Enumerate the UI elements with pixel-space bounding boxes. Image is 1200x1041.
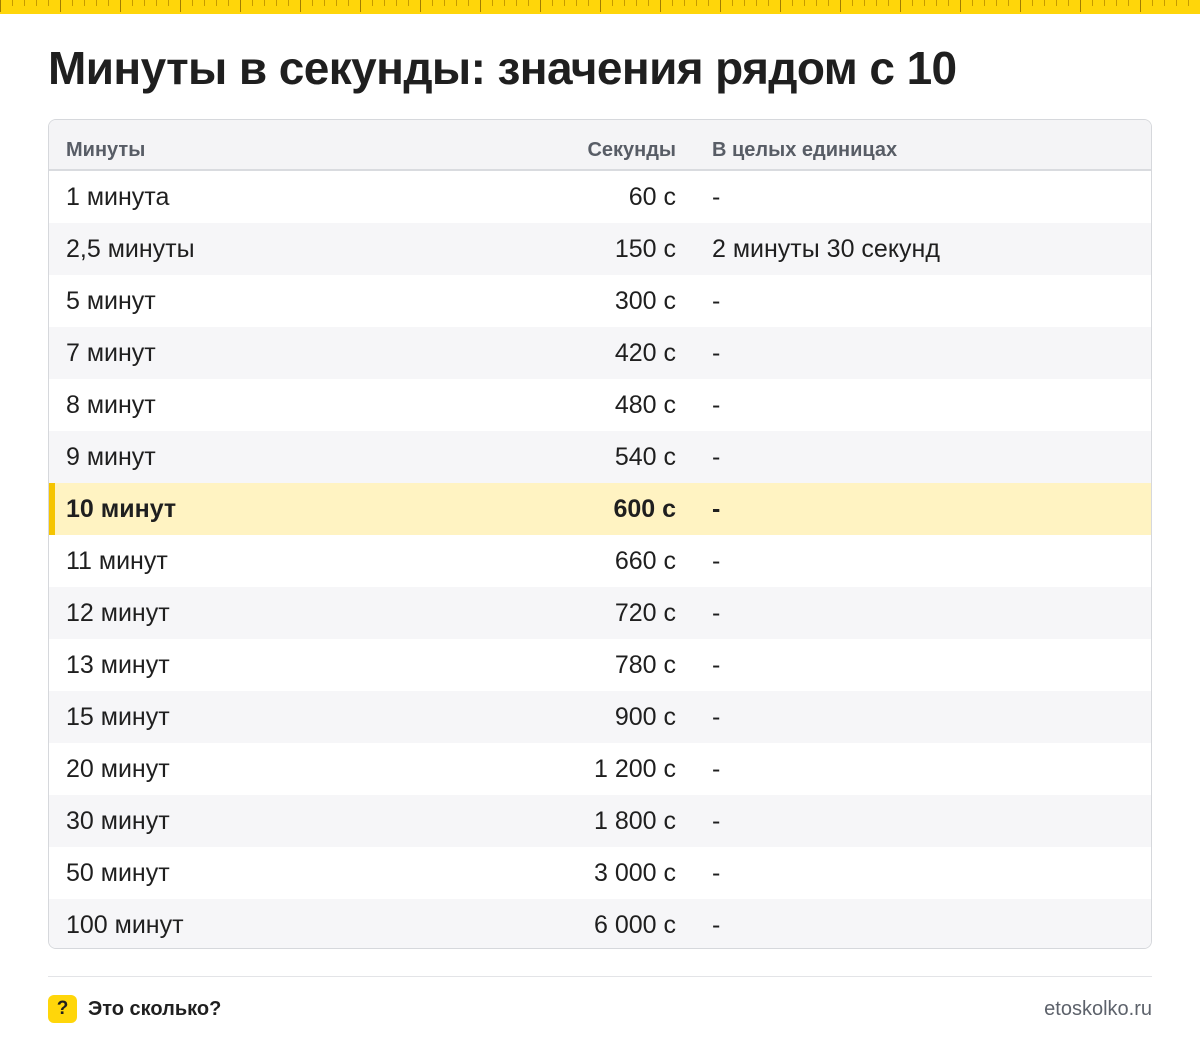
cell-units: - [712,806,721,835]
cell-units: - [712,910,721,939]
table-header: Минуты Секунды В целых единицах [49,120,1151,171]
cell-units: - [712,286,721,315]
cell-units: - [712,754,721,783]
table-row: 11 минут 660 с - [49,535,1151,587]
cell-minutes: 15 минут [66,702,170,731]
cell-minutes: 12 минут [66,598,170,627]
table-row: 20 минут 1 200 с - [49,743,1151,795]
cell-units: - [712,390,721,419]
header-units: В целых единицах [712,139,898,161]
cell-units: - [712,338,721,367]
table-row: 50 минут 3 000 с - [49,847,1151,899]
cell-seconds: 60 с [628,182,676,211]
table-row: 1 минута 60 с - [49,171,1151,223]
cell-units: - [712,858,721,887]
header-seconds: Секунды [587,139,676,161]
table-row: 8 минут 480 с - [49,379,1151,431]
cell-units: - [712,494,721,523]
cell-seconds: 720 с [614,598,676,627]
highlight-accent-bar [49,483,55,535]
cell-units: - [712,442,721,471]
cell-units: - [712,598,721,627]
cell-seconds: 660 с [614,546,676,575]
brand-name: Это сколько? [88,997,222,1020]
table-row: 30 минут 1 800 с - [49,795,1151,847]
cell-seconds: 300 с [614,286,676,315]
conversion-table: Минуты Секунды В целых единицах 1 минута… [48,119,1152,949]
footer-divider [48,976,1152,977]
header-minutes: Минуты [66,139,146,161]
cell-seconds: 780 с [614,650,676,679]
table-row: 13 минут 780 с - [49,639,1151,691]
cell-minutes: 10 минут [66,494,177,523]
cell-units: 2 минуты 30 секунд [712,234,940,263]
cell-minutes: 8 минут [66,390,156,419]
cell-units: - [712,546,721,575]
cell-minutes: 1 минута [66,182,170,211]
ruler-strip [0,0,1200,14]
cell-seconds: 900 с [614,702,676,731]
table-row: 2,5 минуты 150 с 2 минуты 30 секунд [49,223,1151,275]
table-row: 7 минут 420 с - [49,327,1151,379]
question-mark-icon: ? [48,995,77,1023]
cell-minutes: 13 минут [66,650,170,679]
table-row: 12 минут 720 с - [49,587,1151,639]
site-url: etoskolko.ru [1044,997,1152,1020]
cell-units: - [712,182,721,211]
cell-minutes: 2,5 минуты [66,234,195,263]
table-row-highlighted: 10 минут 600 с - [49,483,1151,535]
cell-seconds: 480 с [614,390,676,419]
cell-seconds: 540 с [614,442,676,471]
cell-seconds: 420 с [614,338,676,367]
cell-seconds: 6 000 с [593,910,676,939]
table-row: 5 минут 300 с - [49,275,1151,327]
cell-minutes: 30 минут [66,806,170,835]
cell-seconds: 1 800 с [593,806,676,835]
cell-minutes: 100 минут [66,910,184,939]
cell-minutes: 7 минут [66,338,156,367]
cell-units: - [712,702,721,731]
page-title: Минуты в секунды: значения рядом с 10 [48,42,957,94]
cell-units: - [712,650,721,679]
cell-seconds: 3 000 с [593,858,676,887]
cell-minutes: 50 минут [66,858,170,887]
cell-minutes: 11 минут [66,546,168,575]
cell-minutes: 9 минут [66,442,156,471]
cell-minutes: 5 минут [66,286,156,315]
cell-seconds: 150 с [614,234,676,263]
table-row: 100 минут 6 000 с - [49,899,1151,948]
cell-minutes: 20 минут [66,754,170,783]
cell-seconds: 600 с [613,494,676,523]
table-row: 9 минут 540 с - [49,431,1151,483]
cell-seconds: 1 200 с [593,754,676,783]
table-row: 15 минут 900 с - [49,691,1151,743]
